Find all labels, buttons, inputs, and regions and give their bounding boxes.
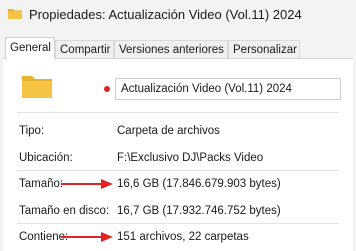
- folder-icon: [22, 76, 52, 98]
- type-label: Tipo:: [19, 125, 45, 137]
- size-label: Tamaño:: [19, 178, 64, 190]
- separator: [17, 112, 339, 113]
- separator: [17, 223, 339, 224]
- window-title: Propiedades: Actualización Video (Vol.11…: [29, 7, 302, 22]
- separator: [17, 170, 339, 171]
- folder-icon: [8, 9, 22, 19]
- red-arrow-icon: [61, 232, 113, 242]
- red-dot-marker: [104, 86, 110, 92]
- size-value: 16,6 GB (17.846.679.903 bytes): [117, 178, 281, 190]
- tab-personalizar[interactable]: Personalizar: [228, 40, 300, 58]
- location-label: Ubicación:: [19, 152, 73, 164]
- red-arrow-icon: [61, 179, 113, 189]
- folder-name-field[interactable]: Actualización Video (Vol.11) 2024: [115, 78, 341, 100]
- size-on-disk-value: 16,7 GB (17.932.746.752 bytes): [117, 205, 281, 217]
- general-panel: Actualización Video (Vol.11) 2024 Tipo: …: [3, 58, 353, 251]
- size-on-disk-label: Tamaño en disco:: [19, 205, 110, 217]
- tab-versiones-anteriores[interactable]: Versiones anteriores: [114, 40, 228, 58]
- tab-compartir[interactable]: Compartir: [55, 40, 114, 58]
- folder-name-value: Actualización Video (Vol.11) 2024: [121, 83, 292, 95]
- location-value: F:\Exclusivo DJ\Packs Video: [117, 152, 264, 164]
- contains-value: 151 archivos, 22 carpetas: [117, 231, 249, 243]
- tab-general[interactable]: General: [5, 37, 55, 59]
- title-bar[interactable]: Propiedades: Actualización Video (Vol.11…: [0, 0, 356, 32]
- type-value: Carpeta de archivos: [117, 125, 220, 137]
